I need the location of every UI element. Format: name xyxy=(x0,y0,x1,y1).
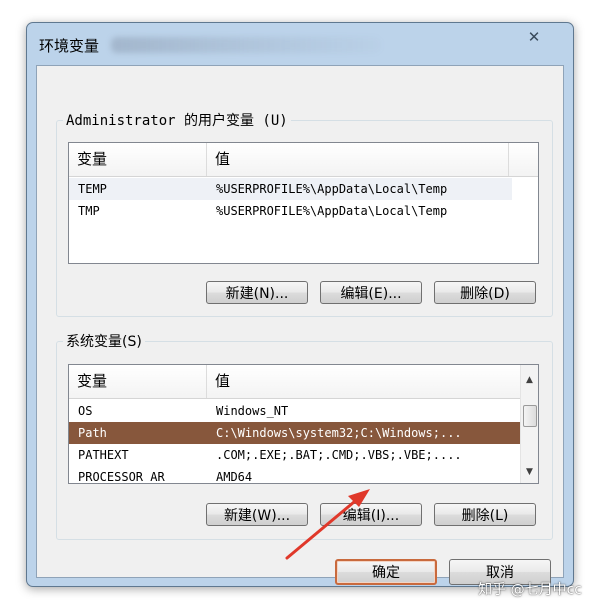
user-variable-row[interactable]: TEMP %USERPROFILE%\AppData\Local\Temp xyxy=(69,178,512,200)
system-var-value: C:\Windows\system32;C:\Windows;... xyxy=(216,426,462,440)
system-var-value: Windows_NT xyxy=(216,404,289,418)
scroll-down-arrow-icon[interactable]: ▼ xyxy=(521,463,538,480)
user-var-name: TEMP xyxy=(78,182,107,196)
system-variable-row[interactable]: PROCESSOR_AR AMD64 xyxy=(69,466,521,484)
close-icon[interactable]: ✕ xyxy=(517,27,551,47)
user-delete-button[interactable]: 删除(D) xyxy=(434,281,536,304)
system-var-name: PROCESSOR_AR xyxy=(78,470,165,484)
user-variables-list[interactable]: 变量 值 TEMP %USERPROFILE%\AppData\Local\Te… xyxy=(68,142,539,264)
scrollbar-thumb[interactable] xyxy=(523,405,537,427)
blurred-title-area xyxy=(111,37,381,53)
system-var-value: AMD64 xyxy=(216,470,253,484)
system-list-header: 变量 值 xyxy=(69,365,521,399)
system-var-name: Path xyxy=(78,426,107,440)
user-new-button[interactable]: 新建(N)... xyxy=(206,281,308,304)
window-title: 环境变量 xyxy=(39,37,100,55)
user-var-name: TMP xyxy=(78,204,100,218)
system-new-button[interactable]: 新建(W)... xyxy=(206,503,308,526)
system-list-scrollbar[interactable]: ▲ ▼ xyxy=(520,365,538,483)
user-list-header: 变量 值 xyxy=(69,143,538,177)
user-var-value: %USERPROFILE%\AppData\Local\Temp xyxy=(216,182,448,196)
system-column-variable[interactable]: 变量 xyxy=(69,365,207,398)
system-edit-button[interactable]: 编辑(I)... xyxy=(320,503,422,526)
system-column-value[interactable]: 值 xyxy=(207,365,521,398)
system-variables-list[interactable]: 变量 值 OS Windows_NT Path C:\Windows\syste… xyxy=(68,364,539,484)
system-variables-group: 系统变量(S) 变量 值 OS Windows_NT Path C:\Windo… xyxy=(56,331,553,540)
system-delete-button[interactable]: 删除(L) xyxy=(434,503,536,526)
system-var-name: OS xyxy=(78,404,93,418)
system-variable-row-selected[interactable]: Path C:\Windows\system32;C:\Windows;... xyxy=(69,422,521,444)
title-bar[interactable]: 环境变量 ✕ xyxy=(27,23,573,65)
user-column-value[interactable]: 值 xyxy=(207,143,509,176)
system-variables-legend: 系统变量(S) xyxy=(63,331,145,351)
system-var-value: .COM;.EXE;.BAT;.CMD;.VBS;.VBE;.... xyxy=(216,448,462,462)
dialog-client-area: Administrator 的用户变量 (U) 变量 值 TEMP %USERP… xyxy=(36,65,564,585)
scroll-up-arrow-icon[interactable]: ▲ xyxy=(521,371,538,388)
environment-variables-window: 环境变量 ✕ Administrator 的用户变量 (U) 变量 值 TEMP… xyxy=(26,22,574,587)
user-variables-legend: Administrator 的用户变量 (U) xyxy=(63,110,291,130)
user-variable-row[interactable]: TMP %USERPROFILE%\AppData\Local\Temp xyxy=(69,200,512,222)
user-edit-button[interactable]: 编辑(E)... xyxy=(320,281,422,304)
system-var-name: PATHEXT xyxy=(78,448,129,462)
ok-button[interactable]: 确定 xyxy=(335,559,437,585)
user-column-variable[interactable]: 变量 xyxy=(69,143,207,176)
user-var-value: %USERPROFILE%\AppData\Local\Temp xyxy=(216,204,448,218)
system-variable-row[interactable]: PATHEXT .COM;.EXE;.BAT;.CMD;.VBS;.VBE;..… xyxy=(69,444,521,466)
system-variable-row[interactable]: OS Windows_NT xyxy=(69,400,521,422)
user-variables-group: Administrator 的用户变量 (U) 变量 值 TEMP %USERP… xyxy=(56,110,553,317)
watermark: 知乎 @七月中cc xyxy=(478,582,582,598)
